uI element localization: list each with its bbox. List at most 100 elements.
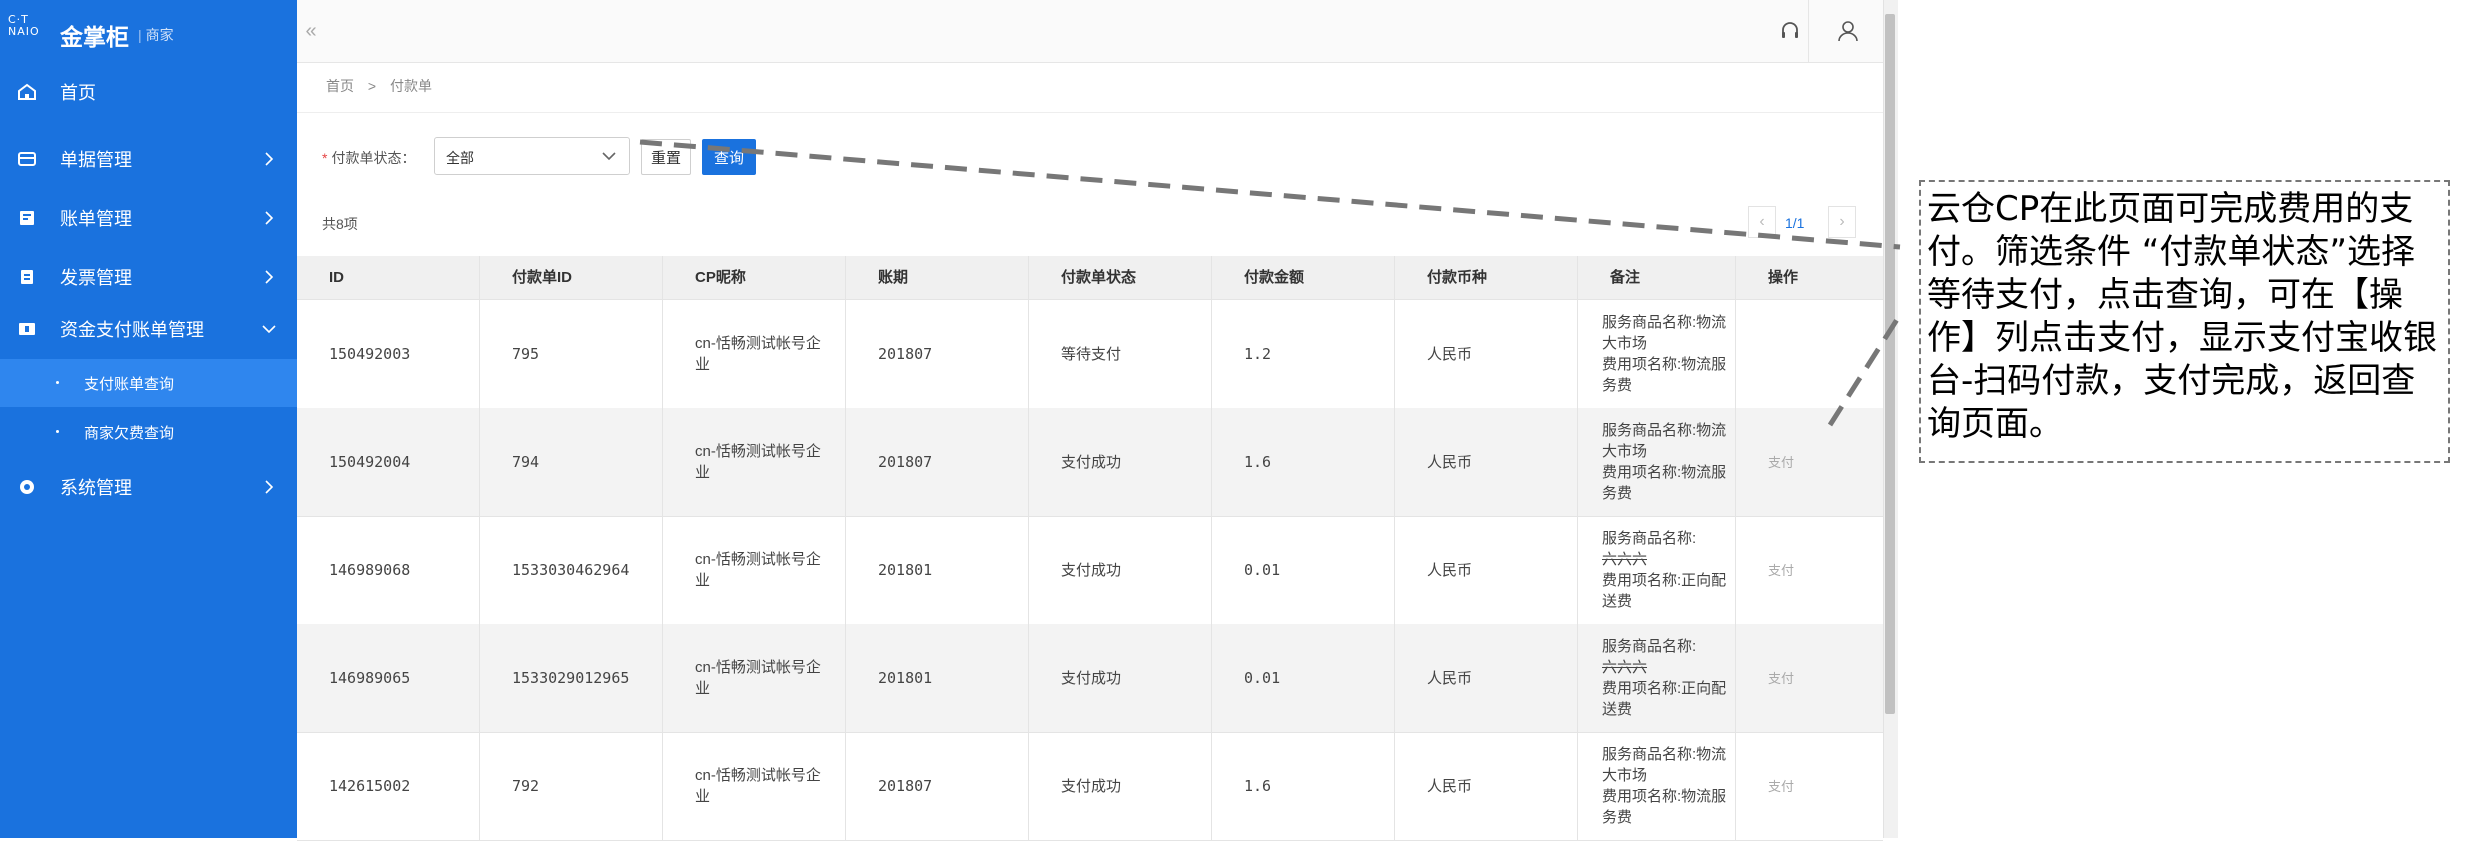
payment-status-select[interactable]: 全部 bbox=[434, 137, 630, 175]
cell-status: 支付成功 bbox=[1029, 732, 1212, 840]
sidebar-item-home[interactable]: 首页 bbox=[0, 64, 297, 120]
annotation-callout: 云仓CP在此页面可完成费用的支付。筛选条件 “付款单状态”选择等待支付，点击查询… bbox=[1919, 180, 2450, 463]
cell-cp: cn-恬畅测试帐号企业 bbox=[663, 408, 846, 516]
cell-note: 服务商品名称: 六六六 费用项名称:正向配送费 bbox=[1578, 624, 1736, 732]
sidebar-item-label: 账单管理 bbox=[60, 209, 132, 229]
invoice-icon bbox=[16, 266, 38, 288]
scrollbar-thumb[interactable] bbox=[1885, 14, 1895, 714]
cell-amount: 0.01 bbox=[1212, 624, 1395, 732]
table-row: 142615002 792 cn-恬畅测试帐号企业 201807 支付成功 1.… bbox=[297, 732, 1883, 841]
column-header: 账期 bbox=[846, 256, 1029, 299]
sidebar: C·T NAIO 金掌柜 | 商家 首页 单据管理 账单管理 发票管理 资金支付… bbox=[0, 0, 297, 838]
app-logo[interactable]: C·T NAIO 金掌柜 | 商家 bbox=[0, 0, 297, 62]
cell-action: 支付 bbox=[1736, 516, 1883, 624]
table-row: 150492003 795 cn-恬畅测试帐号企业 201807 等待支付 1.… bbox=[297, 300, 1883, 409]
chevron-right-icon bbox=[259, 149, 279, 169]
cell-note: 服务商品名称:物流大市场 费用项名称:物流服务费 bbox=[1578, 408, 1736, 516]
cell-pay-id: 1533030462964 bbox=[480, 516, 663, 624]
filter-label: * 付款单状态： bbox=[322, 150, 416, 166]
bullet-dot bbox=[56, 430, 59, 433]
collapse-sidebar-button[interactable]: « bbox=[297, 0, 325, 62]
cell-period: 201807 bbox=[846, 408, 1029, 516]
pay-link[interactable]: 支付 bbox=[1768, 560, 1794, 581]
breadcrumb-current: 付款单 bbox=[389, 78, 432, 94]
pay-link[interactable]: 支付 bbox=[1768, 452, 1794, 473]
sidebar-item-label: 资金支付账单管理 bbox=[60, 320, 204, 340]
headset-icon[interactable] bbox=[1762, 0, 1818, 62]
logo-mark: C·T NAIO bbox=[8, 13, 40, 38]
sidebar-item-label: 首页 bbox=[60, 83, 96, 103]
cell-action: 支付 bbox=[1736, 408, 1883, 516]
cell-action: 支付 bbox=[1736, 624, 1883, 732]
sidebar-subitem-arrears-query[interactable]: 商家欠费查询 bbox=[0, 408, 297, 456]
prev-page-button[interactable]: ‹ bbox=[1748, 206, 1776, 238]
sidebar-item-fund-payments[interactable]: 资金支付账单管理 bbox=[0, 301, 297, 357]
sidebar-item-label: 发票管理 bbox=[60, 268, 132, 288]
sidebar-subitem-label: 支付账单查询 bbox=[84, 375, 175, 393]
sidebar-item-bills[interactable]: 账单管理 bbox=[0, 190, 297, 246]
user-icon[interactable] bbox=[1820, 0, 1876, 62]
sidebar-subitem-payment-query[interactable]: 支付账单查询 bbox=[0, 359, 297, 407]
top-bar bbox=[297, 0, 1883, 63]
sidebar-item-invoices[interactable]: 发票管理 bbox=[0, 249, 297, 305]
cell-note: 服务商品名称:物流大市场 费用项名称:物流服务费 bbox=[1578, 300, 1736, 408]
sidebar-item-system[interactable]: 系统管理 bbox=[0, 459, 297, 515]
breadcrumb: 首页 > 付款单 bbox=[326, 76, 442, 96]
query-button[interactable]: 查询 bbox=[702, 139, 756, 175]
chevron-down-icon bbox=[601, 148, 617, 169]
chevron-right-icon bbox=[259, 477, 279, 497]
cell-status: 支付成功 bbox=[1029, 408, 1212, 516]
cell-action: 支付 bbox=[1736, 732, 1883, 840]
cell-period: 201801 bbox=[846, 624, 1029, 732]
breadcrumb-home[interactable]: 首页 bbox=[326, 78, 354, 94]
table-row: 146989068 1533030462964 cn-恬畅测试帐号企业 2018… bbox=[297, 516, 1883, 625]
bullet-dot bbox=[56, 381, 59, 384]
cell-currency: 人民币 bbox=[1395, 300, 1578, 408]
column-header: CP昵称 bbox=[663, 256, 846, 299]
column-header: 付款币种 bbox=[1395, 256, 1578, 299]
reset-button[interactable]: 重置 bbox=[641, 139, 691, 175]
cell-cp: cn-恬畅测试帐号企业 bbox=[663, 624, 846, 732]
cell-currency: 人民币 bbox=[1395, 732, 1578, 840]
cell-status: 等待支付 bbox=[1029, 300, 1212, 408]
fund-icon bbox=[16, 318, 38, 340]
cell-amount: 1.6 bbox=[1212, 408, 1395, 516]
cell-status: 支付成功 bbox=[1029, 624, 1212, 732]
chevron-down-icon bbox=[259, 319, 279, 339]
app-name: 金掌柜 bbox=[60, 24, 129, 50]
column-header: ID bbox=[297, 256, 480, 299]
topbar-divider bbox=[1808, 0, 1809, 62]
cell-period: 201807 bbox=[846, 300, 1029, 408]
pay-link[interactable]: 支付 bbox=[1768, 668, 1794, 689]
sidebar-item-label: 单据管理 bbox=[60, 150, 132, 170]
app-sub: | 商家 bbox=[138, 27, 174, 43]
cell-amount: 0.01 bbox=[1212, 516, 1395, 624]
next-page-button[interactable]: › bbox=[1828, 206, 1856, 238]
breadcrumb-separator: > bbox=[367, 78, 377, 94]
cell-id: 146989065 bbox=[297, 624, 480, 732]
pay-link[interactable]: 支付 bbox=[1768, 776, 1794, 797]
column-header: 付款单状态 bbox=[1029, 256, 1212, 299]
select-value: 全部 bbox=[446, 150, 474, 166]
sidebar-subitem-label: 商家欠费查询 bbox=[84, 424, 175, 442]
cell-currency: 人民币 bbox=[1395, 516, 1578, 624]
cell-status: 支付成功 bbox=[1029, 516, 1212, 624]
cell-cp: cn-恬畅测试帐号企业 bbox=[663, 516, 846, 624]
chevron-right-icon bbox=[259, 267, 279, 287]
cell-id: 142615002 bbox=[297, 732, 480, 840]
column-header: 付款金额 bbox=[1212, 256, 1395, 299]
table-row: 146989065 1533029012965 cn-恬畅测试帐号企业 2018… bbox=[297, 624, 1883, 733]
cell-id: 150492003 bbox=[297, 300, 480, 408]
table-row: 150492004 794 cn-恬畅测试帐号企业 201807 支付成功 1.… bbox=[297, 408, 1883, 517]
cell-currency: 人民币 bbox=[1395, 408, 1578, 516]
sidebar-item-documents[interactable]: 单据管理 bbox=[0, 131, 297, 187]
cell-id: 150492004 bbox=[297, 408, 480, 516]
column-header: 付款单ID bbox=[480, 256, 663, 299]
cell-cp: cn-恬畅测试帐号企业 bbox=[663, 732, 846, 840]
cell-pay-id: 795 bbox=[480, 300, 663, 408]
document-icon bbox=[16, 148, 38, 170]
cell-amount: 1.6 bbox=[1212, 732, 1395, 840]
cell-amount: 1.2 bbox=[1212, 300, 1395, 408]
cell-id: 146989068 bbox=[297, 516, 480, 624]
bill-icon bbox=[16, 207, 38, 229]
